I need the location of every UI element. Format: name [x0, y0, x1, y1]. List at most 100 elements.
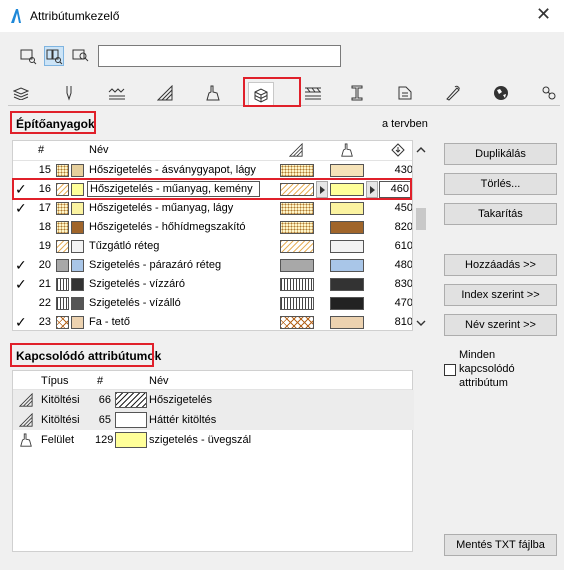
- row-fill-swatch: [56, 221, 69, 234]
- header-num[interactable]: #: [38, 144, 44, 156]
- list-row[interactable]: 19 Tűzgátló réteg 610: [13, 237, 412, 256]
- paint-bucket-icon: [19, 433, 33, 447]
- row-name: Szigetelés - vízálló: [89, 297, 181, 309]
- tab-pen-icon[interactable]: [56, 82, 82, 104]
- header-type[interactable]: Típus: [41, 375, 69, 387]
- row-priority-value: 430: [394, 164, 413, 176]
- header-surface-icon[interactable]: [340, 143, 354, 160]
- row-num: 22: [38, 297, 51, 309]
- row-surface-swatch: [71, 202, 84, 215]
- row-surface-preview: [330, 202, 364, 215]
- single-view-icon[interactable]: [18, 46, 38, 66]
- app-logo-icon: [11, 9, 21, 23]
- tab-zone-icon[interactable]: [392, 82, 418, 104]
- related-row[interactable]: Felület 129 szigetelés - üvegszál: [13, 430, 414, 450]
- scroll-up-icon[interactable]: [416, 146, 426, 157]
- related-num: 65: [98, 414, 111, 426]
- by-index-button[interactable]: Index szerint >>: [444, 284, 557, 306]
- list-row[interactable]: ✓ 23 Fa - tető 810: [13, 313, 412, 330]
- row-num: 20: [38, 259, 51, 271]
- related-list-header: Típus # Név: [13, 371, 412, 390]
- in-plan-check-icon: ✓: [15, 276, 27, 292]
- purge-button[interactable]: Takarítás: [444, 203, 557, 225]
- row-surface-swatch: [71, 297, 84, 310]
- header-priority-icon[interactable]: [391, 143, 405, 160]
- related-row[interactable]: Kitöltési 65 Háttér kitöltés: [13, 410, 414, 430]
- row-fill-swatch: [56, 164, 69, 177]
- row-surface-preview: [330, 278, 364, 291]
- list-row[interactable]: ✓ 17 Hőszigetelés - műanyag, lágy 450: [13, 199, 412, 218]
- tab-graph-icon[interactable]: [536, 82, 562, 104]
- list-view-icon[interactable]: [44, 46, 64, 66]
- duplicate-button[interactable]: Duplikálás: [444, 143, 557, 165]
- row-name: Hőszigetelés - hőhídmegszakító: [89, 221, 246, 233]
- in-plan-check-icon: ✓: [15, 314, 27, 330]
- row-surface-preview: [330, 297, 364, 310]
- row-num: 15: [38, 164, 51, 176]
- list-row[interactable]: ✓ 20 Szigetelés - párazáró réteg 480: [13, 256, 413, 275]
- building-materials-list[interactable]: # Név 15 Hőszigetelés - ásványgyapot, lá…: [12, 140, 413, 331]
- row-fill-preview: [280, 259, 314, 272]
- in-plan-check-icon: ✓: [15, 257, 27, 273]
- row-fill-swatch: [56, 259, 69, 272]
- related-row[interactable]: Kitöltési 66 Hőszigetelés: [13, 390, 414, 410]
- save-txt-button[interactable]: Mentés TXT fájlba: [444, 534, 557, 556]
- row-name: Szigetelés - vízzáró: [89, 278, 185, 290]
- row-num: 21: [38, 278, 51, 290]
- header-fill-icon[interactable]: [288, 142, 303, 160]
- search-input[interactable]: [98, 45, 341, 67]
- row-name: Fa - tető: [89, 316, 130, 328]
- related-name: Háttér kitöltés: [149, 414, 217, 426]
- scroll-thumb[interactable]: [416, 208, 426, 230]
- row-surface-swatch: [71, 259, 84, 272]
- row-surface-preview: [330, 164, 364, 177]
- scroll-down-icon[interactable]: [416, 318, 426, 330]
- header-rel-num[interactable]: #: [97, 375, 103, 387]
- row-surface-swatch: [71, 316, 84, 329]
- header-rel-name[interactable]: Név: [149, 375, 169, 387]
- row-num: 19: [38, 240, 51, 252]
- tab-pen-set-icon[interactable]: [440, 82, 466, 104]
- in-plan-check-icon: ✓: [15, 200, 27, 216]
- row-fill-swatch: [56, 278, 69, 291]
- related-attributes-list[interactable]: Típus # Név Kitöltési 66 Hőszigetelés Ki…: [12, 370, 414, 552]
- row-priority-value: 480: [394, 259, 413, 271]
- all-related-checkbox[interactable]: [444, 364, 456, 376]
- list-row[interactable]: 18 Hőszigetelés - hőhídmegszakító 820: [13, 218, 412, 237]
- row-surface-preview: [330, 221, 364, 234]
- row-fill-swatch: [56, 202, 69, 215]
- close-icon[interactable]: ✕: [536, 4, 551, 25]
- highlight-box-section1: [10, 111, 96, 134]
- tab-linetype-icon[interactable]: [104, 82, 130, 104]
- row-fill-swatch: [56, 297, 69, 310]
- highlight-box-selected-row: [12, 178, 412, 200]
- related-name: szigetelés - üvegszál: [149, 434, 252, 446]
- related-num: 129: [95, 434, 114, 446]
- list-row[interactable]: ✓ 21 Szigetelés - vízzáró 830: [13, 275, 412, 294]
- add-button[interactable]: Hozzáadás >>: [444, 254, 557, 276]
- tab-composite-icon[interactable]: [300, 82, 326, 104]
- in-plan-label: a tervben: [382, 118, 428, 130]
- related-num: 66: [98, 394, 111, 406]
- row-surface-swatch: [71, 240, 84, 253]
- tab-globe-icon[interactable]: [488, 82, 514, 104]
- row-surface-preview: [330, 240, 364, 253]
- row-name: Hőszigetelés - ásványgyapot, lágy: [89, 164, 256, 176]
- tab-layers-icon[interactable]: [8, 82, 34, 104]
- related-swatch: [115, 412, 147, 428]
- tab-fill-icon[interactable]: [152, 82, 178, 104]
- row-fill-preview: [280, 221, 314, 234]
- header-name[interactable]: Név: [89, 144, 109, 156]
- tab-profile-icon[interactable]: [344, 82, 370, 104]
- tab-surface-icon[interactable]: [200, 82, 226, 104]
- related-swatch: [115, 392, 147, 408]
- row-fill-preview: [280, 202, 314, 215]
- row-surface-swatch: [71, 221, 84, 234]
- list-scrollbar[interactable]: [414, 140, 428, 331]
- delete-button[interactable]: Törlés...: [444, 173, 557, 195]
- row-priority-value: 470: [394, 297, 413, 309]
- row-fill-swatch: [56, 316, 69, 329]
- search-view-icon[interactable]: [70, 46, 90, 66]
- by-name-button[interactable]: Név szerint >>: [444, 314, 557, 336]
- list-row[interactable]: 22 Szigetelés - vízálló 470: [13, 294, 413, 313]
